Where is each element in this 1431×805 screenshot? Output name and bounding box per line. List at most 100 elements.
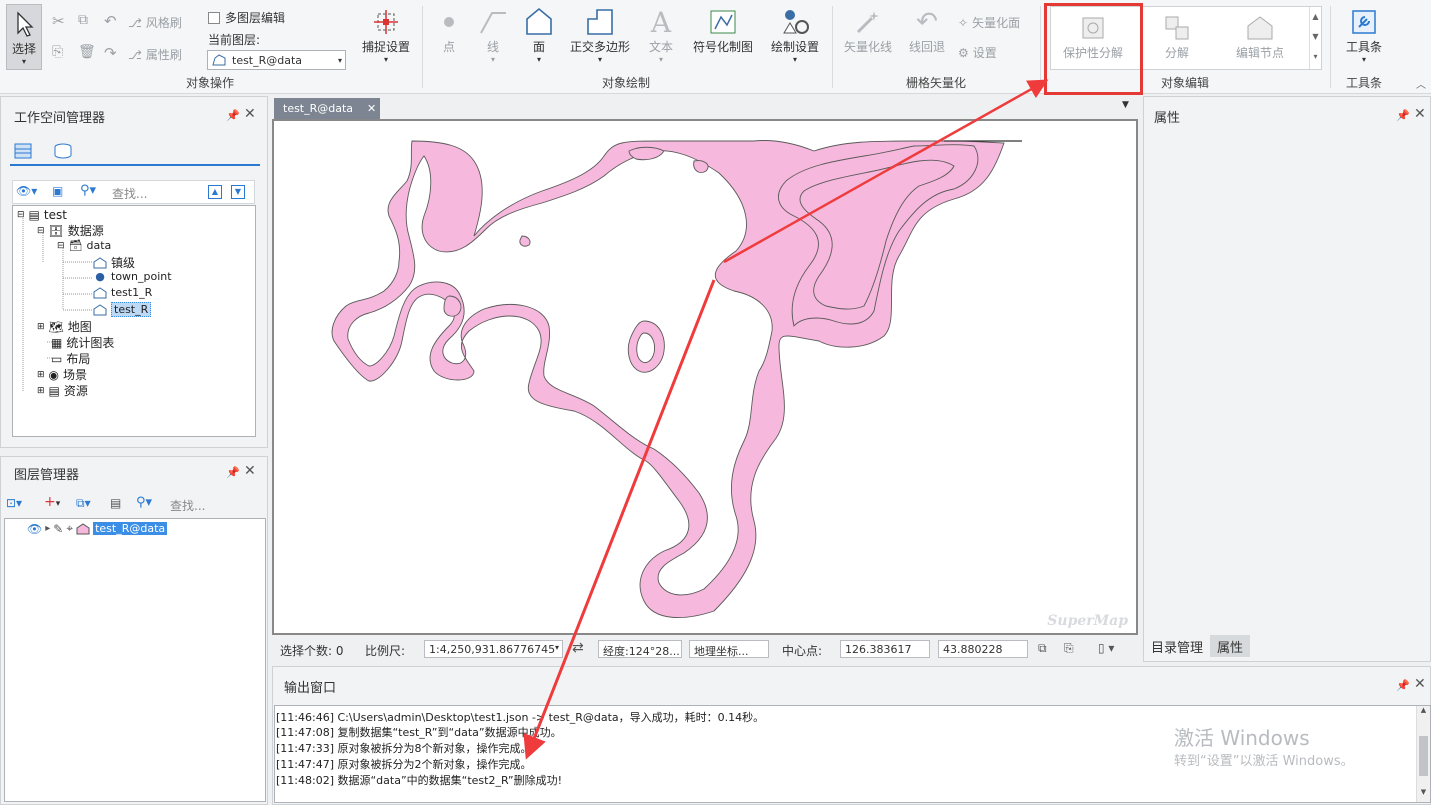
add-icon[interactable]: +▾: [44, 494, 60, 510]
toolbar-button[interactable]: 工具条 ▾: [1340, 6, 1388, 64]
map-tab[interactable]: test_R@data ✕: [274, 98, 380, 119]
search-icon[interactable]: ⚲▾: [136, 495, 152, 510]
close-icon[interactable]: ✕: [1414, 106, 1426, 122]
decompose-button[interactable]: 分解: [1150, 12, 1204, 61]
tree-node-scene[interactable]: ⊞ ◉ 场景: [37, 366, 87, 383]
text-button[interactable]: A 文本 ▾: [644, 6, 678, 65]
collapse-ribbon-icon[interactable]: ︿: [1416, 76, 1426, 91]
tree-node-layout[interactable]: ▭ 布局: [51, 350, 90, 367]
database-icon: 🗃: [68, 239, 83, 252]
text-label: 文本: [648, 40, 673, 54]
edit-node-button[interactable]: 编辑节点: [1226, 12, 1294, 61]
longitude-field[interactable]: 经度:124°28...: [598, 640, 682, 658]
attr-brush-icon: ⎇: [128, 47, 142, 62]
coord-system-field[interactable]: 地理坐标...: [689, 640, 769, 658]
region-layer-icon: [212, 54, 226, 66]
tree-node-root[interactable]: ⊟ ▤ test: [17, 208, 67, 222]
search-down-button[interactable]: ▼: [231, 185, 245, 199]
open-icon[interactable]: ▣: [52, 184, 63, 198]
tree-node-resource[interactable]: ⊞ ▤ 资源: [37, 382, 88, 399]
delete-icon[interactable]: 🗑: [78, 44, 96, 60]
tree-node-datasources[interactable]: ⊟ 🗄 数据源: [37, 222, 104, 239]
new-layer-icon[interactable]: ⊡▾: [6, 496, 22, 510]
close-icon[interactable]: ✕: [1414, 676, 1426, 692]
map-canvas[interactable]: SuperMap: [272, 119, 1138, 635]
close-icon[interactable]: ✕: [244, 106, 256, 122]
tree-node-test1[interactable]: test1_R: [93, 286, 152, 299]
snap-settings-button[interactable]: 捕捉设置 ▾: [358, 6, 414, 64]
scale-select[interactable]: 1:4,250,931.86776745 ▾: [424, 640, 563, 658]
pin-icon[interactable]: 📌: [1396, 679, 1410, 692]
workspace-tab-cloud-icon[interactable]: [52, 140, 74, 165]
resource-icon: ▤: [48, 383, 60, 398]
vectorize-face-button[interactable]: ✧ 矢量化面: [958, 14, 1020, 31]
editable-pencil-icon[interactable]: ✎: [53, 522, 63, 536]
layer-name: test_R@data: [93, 522, 168, 535]
current-layer-select[interactable]: test_R@data ▾: [207, 50, 346, 70]
tree-node-zhenji[interactable]: 镇级: [93, 254, 135, 271]
line-button[interactable]: 线 ▾: [476, 6, 510, 64]
tab-properties[interactable]: 属性: [1210, 635, 1250, 657]
center-x-input[interactable]: 126.383617: [840, 640, 930, 658]
bookmark-icon[interactable]: ▯ ▾: [1098, 641, 1114, 655]
snappable-icon[interactable]: ⌖: [66, 521, 73, 536]
style-brush-button[interactable]: ⎇ 风格刷: [128, 14, 182, 31]
toolbar-label: 工具条: [1345, 40, 1382, 54]
redo-icon[interactable]: ↷: [104, 44, 117, 62]
workspace-tab-data-icon[interactable]: [12, 140, 34, 165]
copy-icon[interactable]: ⧉: [78, 12, 88, 28]
copy-icon[interactable]: ⧉: [1038, 641, 1047, 656]
undo-icon[interactable]: ↶: [104, 12, 117, 30]
close-icon[interactable]: ✕: [367, 102, 376, 115]
swap-icon[interactable]: ⇄: [572, 640, 584, 656]
vectorize-face-label: 矢量化面: [972, 16, 1021, 30]
multi-layer-edit-checkbox[interactable]: 多图层编辑: [208, 9, 285, 26]
tree-node-town-point[interactable]: ● town_point: [93, 270, 171, 283]
search-up-button[interactable]: ▲: [208, 185, 222, 199]
paste-icon[interactable]: ⎘: [52, 44, 63, 60]
pin-icon[interactable]: 📌: [226, 109, 240, 122]
point-icon: [442, 6, 456, 38]
vectorize-line-button[interactable]: 矢量化线: [838, 6, 898, 55]
workspace-search-input[interactable]: 查找...: [112, 185, 147, 202]
tree-node-data[interactable]: ⊟ 🗃 data: [57, 239, 111, 252]
select-button[interactable]: 选择 ▾: [6, 4, 42, 70]
tab-list-icon[interactable]: ▼: [1122, 100, 1129, 110]
chevron-down-icon: ▾: [554, 643, 559, 652]
draw-settings-button[interactable]: 绘制设置 ▾: [766, 6, 824, 64]
vectorize-line-label: 矢量化线: [843, 40, 892, 54]
selectable-icon[interactable]: ▸: [45, 523, 50, 534]
visible-eye-icon[interactable]: 👁: [27, 522, 42, 536]
tree-node-chart[interactable]: ▦ 统计图表: [51, 334, 114, 351]
pin-icon[interactable]: 📌: [226, 466, 240, 479]
cut-icon[interactable]: ✂: [52, 12, 65, 30]
output-scrollbar[interactable]: ▲ ▼: [1416, 706, 1430, 802]
pin-icon[interactable]: 📌: [1396, 109, 1410, 122]
tree-node-test[interactable]: test_R: [93, 302, 152, 317]
paste-icon[interactable]: ⎘: [1064, 641, 1074, 656]
layer-group-icon[interactable]: ⧉▾: [76, 496, 91, 511]
current-layer-value: test_R@data: [232, 53, 303, 67]
tab-underline: [10, 164, 260, 166]
layer-search-input[interactable]: 查找...: [170, 497, 205, 514]
point-button[interactable]: 点: [434, 6, 464, 55]
ortho-polygon-button[interactable]: 正交多边形 ▾: [566, 6, 634, 64]
settings-button[interactable]: ⚙ 设置: [958, 44, 997, 61]
view-icon[interactable]: 👁▾: [16, 184, 37, 198]
face-button[interactable]: 面 ▾: [522, 6, 556, 64]
activation-subtitle: 转到“设置”以激活 Windows。: [1174, 754, 1354, 769]
tab-catalog[interactable]: 目录管理: [1146, 635, 1208, 657]
close-icon[interactable]: ✕: [244, 463, 256, 479]
search-icon[interactable]: ⚲▾: [80, 183, 96, 198]
symbol-draw-button[interactable]: 符号化制图: [688, 6, 758, 55]
center-y-input[interactable]: 43.880228: [938, 640, 1028, 658]
layer-row[interactable]: 👁 ▸ ✎ ⌖ test_R@data: [27, 521, 168, 536]
tree-node-map[interactable]: ⊞ 🗺 地图: [37, 318, 92, 335]
layer-props-icon[interactable]: ▤: [110, 496, 121, 510]
gallery-scroll[interactable]: ▲ ▼ ▾: [1309, 7, 1321, 69]
decompose-icon: [1163, 12, 1191, 44]
workspace-icon: ▤: [28, 208, 40, 222]
attribute-brush-button[interactable]: ⎇ 属性刷: [128, 46, 182, 63]
output-title: 输出窗口: [284, 681, 337, 696]
line-back-button[interactable]: ↶ 线回退: [902, 6, 952, 55]
